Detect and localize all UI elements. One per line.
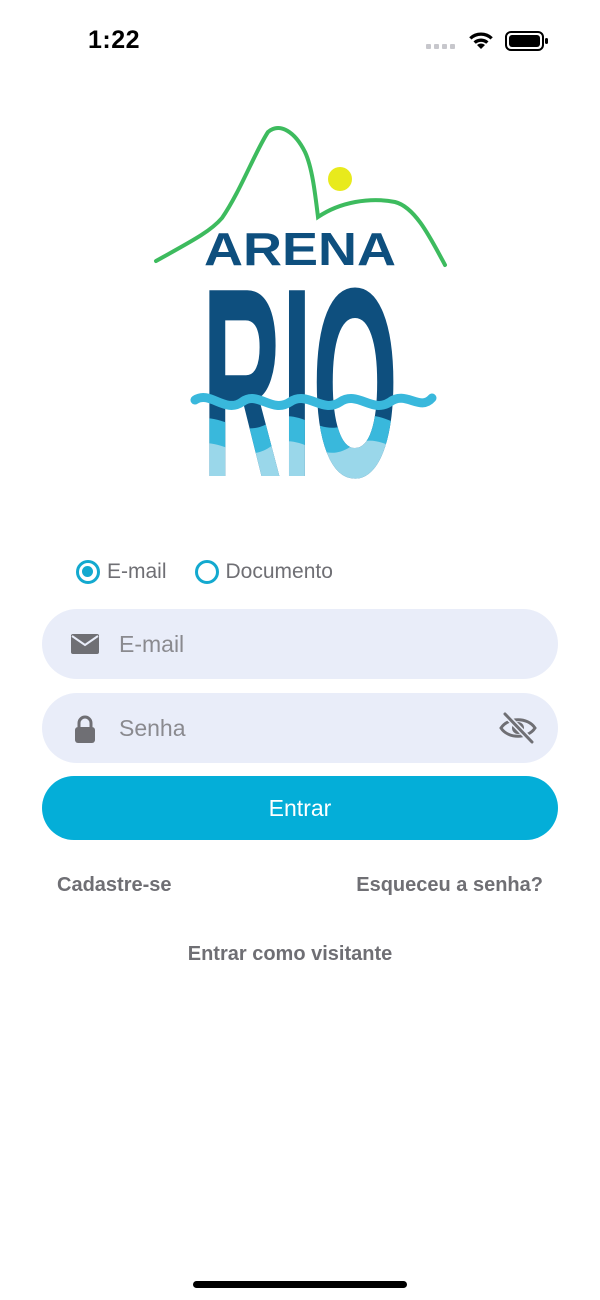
login-button[interactable]: Entrar	[42, 776, 558, 840]
radio-label-document: Documento	[225, 560, 333, 583]
cellular-signal-icon	[426, 44, 455, 49]
login-type-selector: E-mail Documento	[76, 560, 333, 584]
eye-off-icon[interactable]	[498, 710, 538, 746]
email-field[interactable]	[42, 609, 558, 679]
lock-icon	[75, 715, 95, 743]
radio-option-document[interactable]: Documento	[194, 560, 333, 584]
register-link[interactable]: Cadastre-se	[57, 874, 172, 897]
guest-login-link[interactable]: Entrar como visitante	[0, 943, 580, 966]
radio-option-email[interactable]: E-mail	[76, 560, 167, 584]
forgot-password-link[interactable]: Esqueceu a senha?	[356, 874, 543, 897]
status-time: 1:22	[88, 26, 141, 54]
radio-unselected-icon[interactable]	[194, 560, 219, 584]
wifi-icon	[469, 32, 493, 49]
radio-selected-icon[interactable]	[76, 560, 100, 584]
radio-label-email: E-mail	[107, 560, 167, 583]
status-bar: 1:22	[0, 0, 600, 80]
password-field[interactable]	[42, 693, 558, 763]
password-input[interactable]	[119, 693, 489, 763]
email-input[interactable]	[119, 609, 489, 679]
home-indicator	[193, 1281, 407, 1288]
arena-rio-logo: RIO ARENA RIO	[154, 126, 447, 484]
envelope-icon	[71, 634, 99, 654]
battery-icon	[505, 31, 548, 51]
